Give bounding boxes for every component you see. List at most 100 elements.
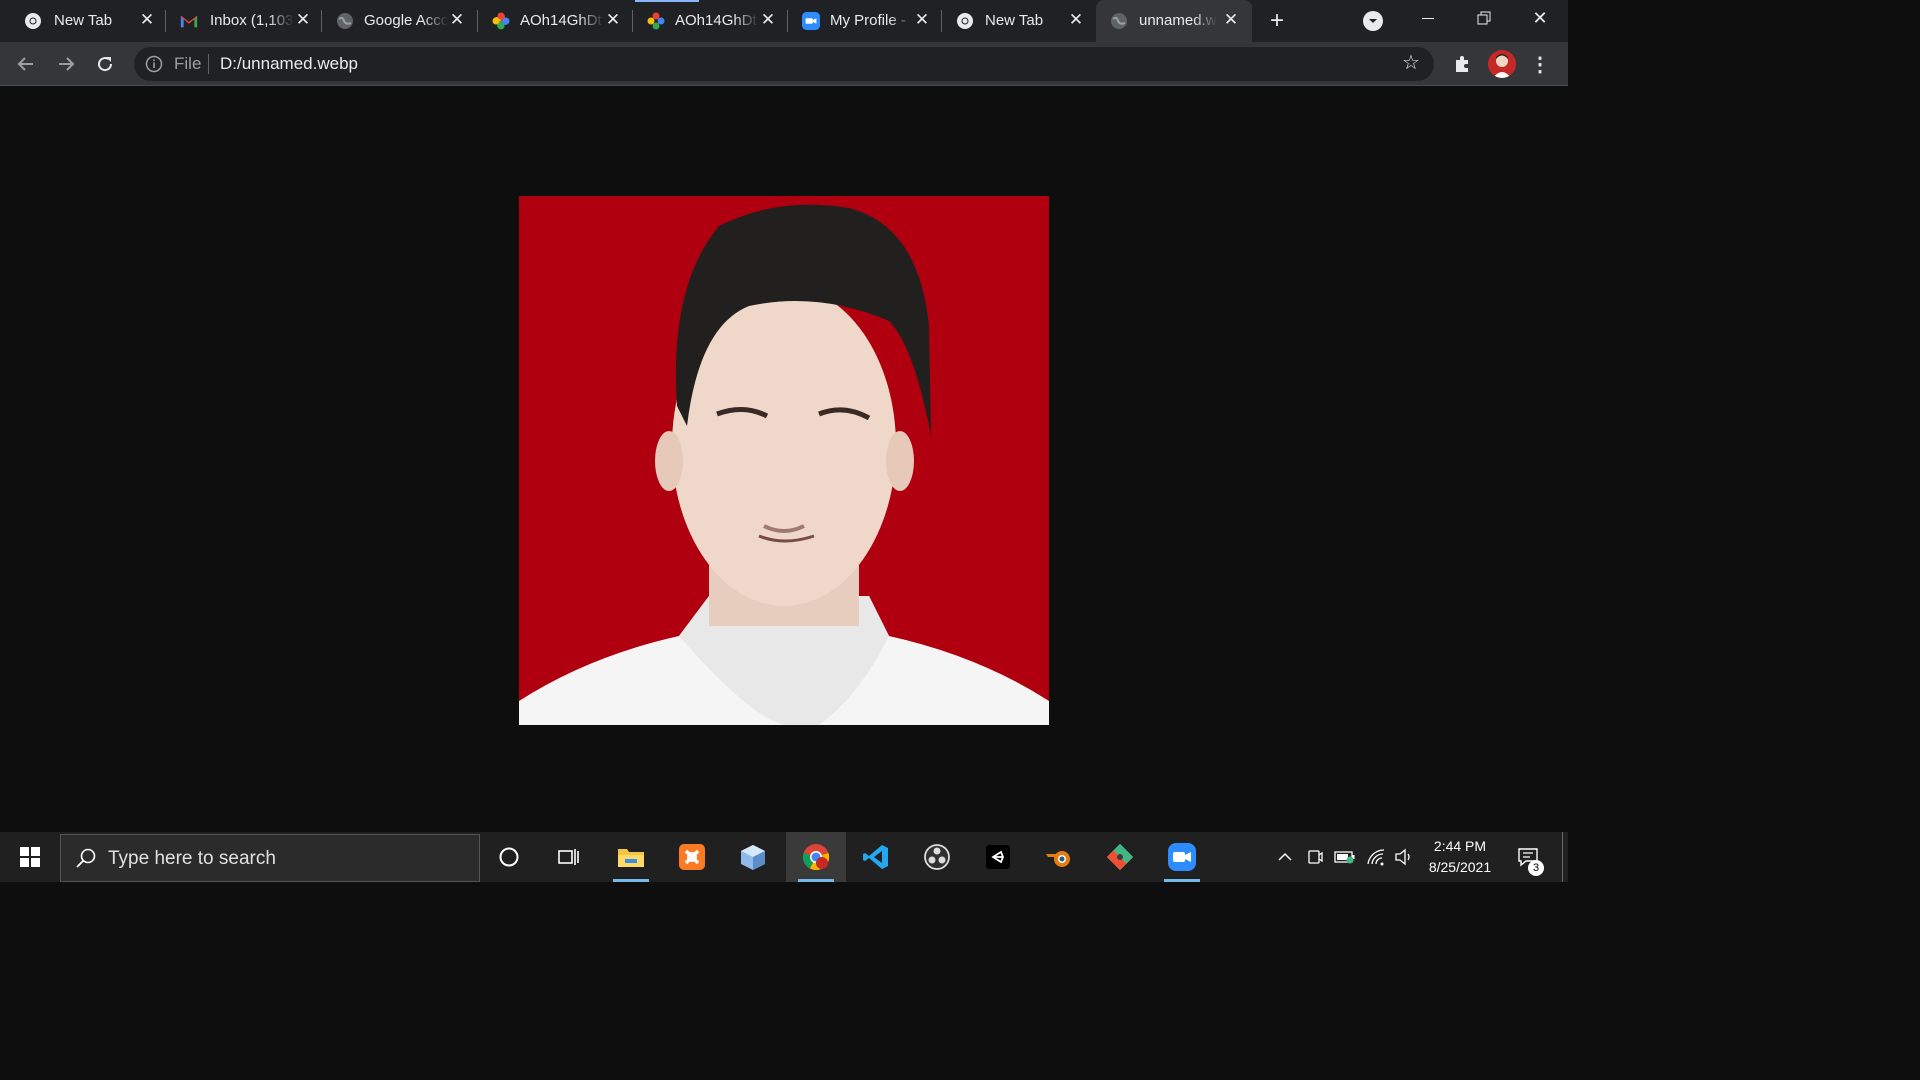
obs-icon — [924, 844, 950, 870]
running-indicator — [613, 879, 649, 882]
puzzle-icon — [1456, 56, 1468, 72]
show-hidden-icons-button[interactable] — [1274, 832, 1296, 882]
obs-button[interactable] — [907, 832, 967, 882]
tab-title: AOh14GhDt — [675, 12, 757, 29]
chrome-icon — [24, 12, 42, 30]
restore-icon — [1477, 11, 1491, 25]
close-tab-icon[interactable]: ✕ — [448, 11, 466, 29]
tab-title: Google Acco — [364, 12, 448, 29]
action-center-button[interactable]: 3 — [1508, 832, 1548, 882]
start-button[interactable] — [0, 832, 60, 882]
tray-volume[interactable] — [1392, 832, 1416, 882]
running-indicator — [798, 879, 834, 882]
wifi-icon — [1367, 849, 1385, 866]
extensions-button[interactable] — [1450, 52, 1474, 76]
portrait-image — [519, 196, 1049, 725]
back-button[interactable] — [14, 52, 38, 76]
tray-meet-now[interactable] — [1304, 832, 1326, 882]
running-indicator — [1164, 879, 1200, 882]
file-explorer-icon — [618, 849, 644, 867]
virtualbox-icon — [741, 845, 765, 870]
close-tab-icon[interactable]: ✕ — [138, 11, 156, 29]
zoom-icon — [1168, 843, 1196, 871]
task-view-button[interactable] — [539, 832, 599, 882]
cortana-button[interactable] — [479, 832, 539, 882]
git-button[interactable] — [1090, 832, 1150, 882]
notification-badge: 3 — [1528, 860, 1544, 876]
tab-title: New Tab — [985, 12, 1044, 29]
device-icon — [1308, 850, 1323, 864]
close-tab-icon[interactable]: ✕ — [294, 11, 312, 29]
tab-unnamed-webp[interactable]: unnamed.w ✕ — [1096, 0, 1252, 42]
tab-title: unnamed.w — [1139, 12, 1217, 29]
battery-icon — [1334, 851, 1355, 864]
bookmark-star-icon[interactable]: ☆ — [1402, 53, 1420, 73]
tab-my-profile[interactable]: My Profile - ✕ — [788, 0, 942, 42]
taskbar-clock[interactable]: 2:44 PM 8/25/2021 — [1420, 832, 1500, 882]
windows-taskbar: Type here to search 2:44 PM 8/25/2021 3 — [0, 832, 1568, 882]
info-icon[interactable] — [145, 55, 163, 78]
cortana-icon — [499, 847, 519, 867]
show-desktop-button[interactable] — [1562, 832, 1569, 882]
tab-new-tab-1[interactable]: New Tab ✕ — [0, 0, 166, 42]
chrome-icon — [956, 12, 974, 30]
minimize-button[interactable] — [1410, 0, 1446, 36]
arrow-right-icon — [59, 57, 75, 71]
chrome-icon — [802, 844, 830, 871]
vscode-button[interactable] — [846, 832, 906, 882]
tab-strip: New Tab ✕ Inbox (1,103 ✕ Google Acco ✕ A… — [0, 0, 1568, 42]
scheme-label: File — [174, 54, 202, 73]
close-tab-icon[interactable]: ✕ — [1067, 11, 1085, 29]
virtualbox-button[interactable] — [723, 832, 783, 882]
chevron-up-icon — [1278, 852, 1292, 861]
tray-wifi[interactable] — [1364, 832, 1388, 882]
close-tab-icon[interactable]: ✕ — [759, 11, 777, 29]
displayed-photo — [519, 196, 1049, 725]
windows-icon — [20, 847, 40, 867]
avatar — [1493, 54, 1511, 78]
tab-search-button[interactable] — [1363, 11, 1383, 31]
xampp-button[interactable] — [662, 832, 722, 882]
close-tab-icon[interactable]: ✕ — [1222, 11, 1240, 29]
unity-button[interactable] — [968, 832, 1028, 882]
clock-date: 8/25/2021 — [1428, 859, 1492, 875]
search-icon — [75, 847, 97, 874]
arrow-left-icon — [17, 57, 33, 71]
unity-icon — [986, 845, 1010, 869]
close-tab-icon[interactable]: ✕ — [604, 11, 622, 29]
git-icon — [1107, 844, 1133, 870]
minimize-icon — [1422, 17, 1434, 19]
blender-button[interactable] — [1029, 832, 1089, 882]
close-tab-icon[interactable]: ✕ — [913, 11, 931, 29]
close-icon: ✕ — [1532, 7, 1548, 28]
reload-icon — [98, 57, 113, 72]
tab-new-tab-2[interactable]: New Tab ✕ — [942, 0, 1096, 42]
tab-inbox[interactable]: Inbox (1,103 ✕ — [166, 0, 322, 42]
new-tab-button[interactable]: + — [1266, 9, 1288, 33]
tab-photo-1[interactable]: AOh14GhDt ✕ — [478, 0, 633, 42]
blender-icon — [1046, 851, 1070, 867]
close-window-button[interactable]: ✕ — [1522, 0, 1558, 36]
vscode-icon — [863, 845, 888, 869]
browser-toolbar: File D:/unnamed.webp ☆ ⋮ — [0, 42, 1568, 86]
chevron-down-icon — [1369, 19, 1377, 23]
profile-avatar[interactable] — [1488, 50, 1516, 78]
tab-photo-2[interactable]: AOh14GhDt ✕ — [633, 0, 788, 42]
tab-google-account[interactable]: Google Acco ✕ — [322, 0, 478, 42]
reload-button[interactable] — [93, 52, 117, 76]
forward-button[interactable] — [54, 52, 78, 76]
speaker-icon — [1395, 848, 1410, 866]
tray-battery[interactable] — [1332, 832, 1358, 882]
url-text[interactable]: D:/unnamed.webp — [220, 55, 358, 73]
globe-icon — [1110, 12, 1128, 30]
zoom-button[interactable] — [1152, 832, 1212, 882]
file-explorer-button[interactable] — [601, 832, 661, 882]
taskbar-search[interactable]: Type here to search — [60, 834, 480, 882]
more-vert-icon: ⋮ — [1530, 53, 1550, 76]
address-bar[interactable]: File D:/unnamed.webp ☆ — [134, 47, 1434, 81]
tab-title: AOh14GhDt — [520, 12, 602, 29]
menu-button[interactable]: ⋮ — [1530, 52, 1550, 76]
chrome-button[interactable] — [786, 832, 846, 882]
google-photos-icon — [647, 12, 665, 30]
restore-button[interactable] — [1466, 0, 1502, 36]
